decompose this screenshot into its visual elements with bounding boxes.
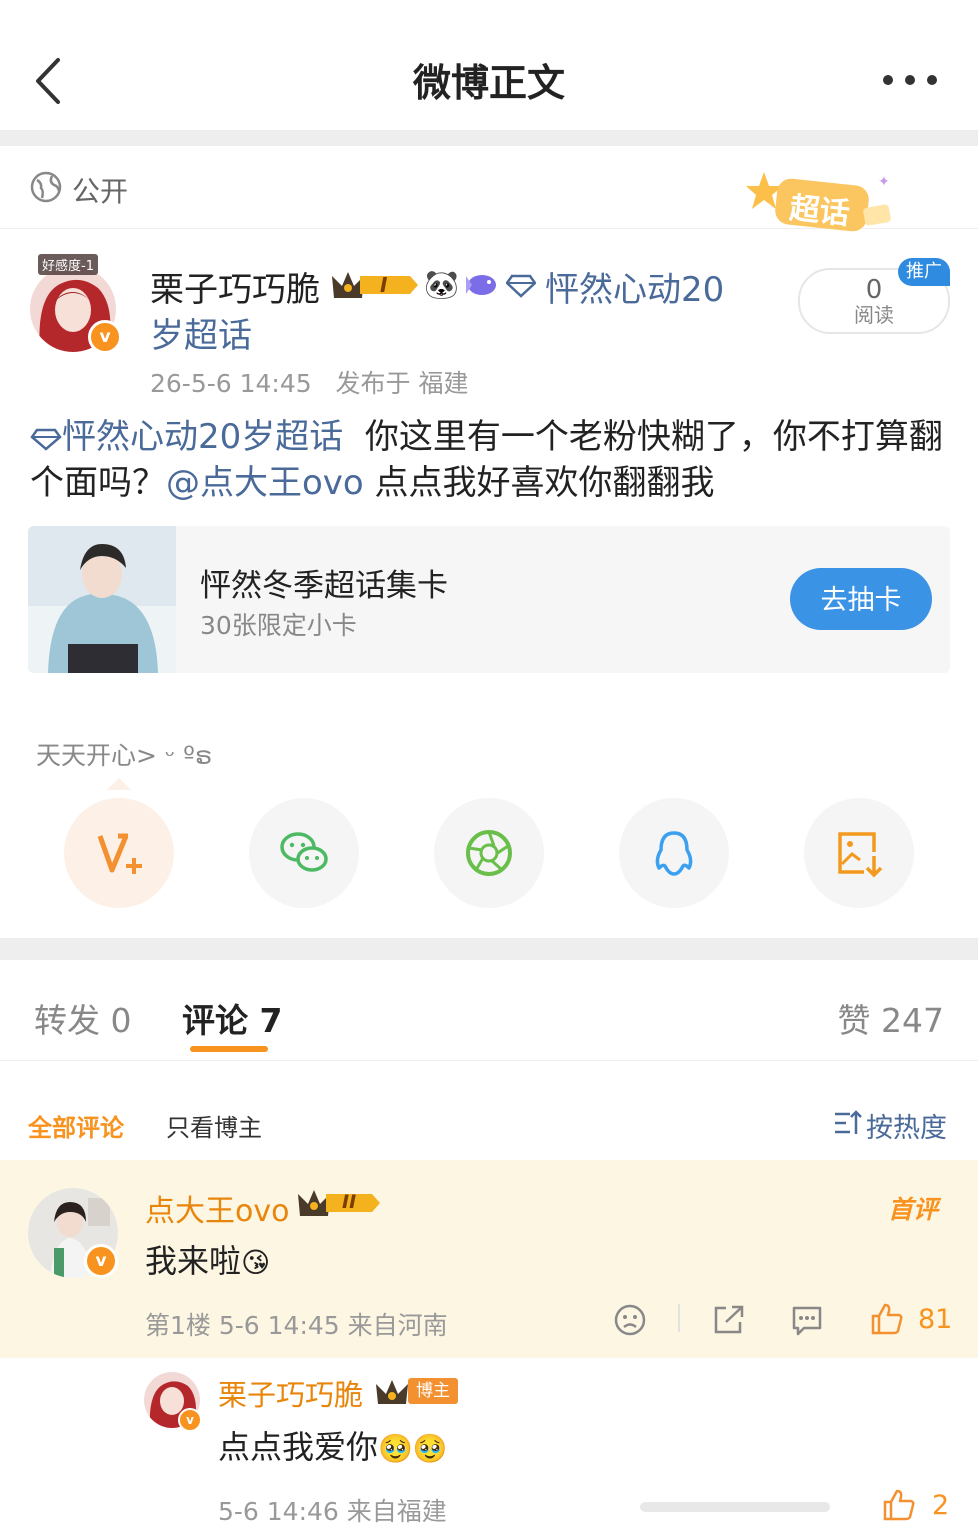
reply-text-content: 点点我爱你 xyxy=(218,1428,379,1466)
tab-likes-count: 247 xyxy=(881,1001,944,1040)
section-divider xyxy=(0,130,978,146)
wechat-share-button[interactable] xyxy=(249,798,359,908)
reply-text: 点点我爱你🥹🥹 xyxy=(218,1422,448,1468)
svg-text:✦: ✦ xyxy=(878,174,890,190)
commenter-level-text: II xyxy=(342,1191,357,1213)
comment-meta: 第1楼 5-6 14:45 来自河南 xyxy=(145,1306,448,1342)
v-plus-share-button[interactable] xyxy=(64,798,174,908)
globe-icon xyxy=(30,171,62,203)
post-topic-link[interactable]: 怦然心动20岁超话 xyxy=(62,417,343,457)
chaohua-label: 超话 xyxy=(787,190,852,233)
reply-time: 5-6 14:46 xyxy=(218,1497,339,1526)
reply-meta: 5-6 14:46 来自福建 xyxy=(218,1492,447,1528)
share-comment-icon[interactable] xyxy=(712,1304,746,1340)
action-divider xyxy=(678,1304,680,1332)
dislike-face-icon[interactable] xyxy=(614,1304,646,1340)
tab-repost-label: 转发 xyxy=(34,1001,100,1040)
moments-icon xyxy=(466,830,512,876)
post-time: 26-5-6 14:45 xyxy=(150,369,312,398)
sort-icon xyxy=(834,1110,862,1140)
tab-comments-count: 7 xyxy=(259,1001,283,1040)
home-indicator[interactable] xyxy=(640,1502,830,1512)
commenter-name[interactable]: 点大王ovo xyxy=(145,1186,289,1230)
promo-badge[interactable]: 推广 xyxy=(898,258,950,286)
fish-icon xyxy=(464,268,500,306)
comment-text-content: 我来啦 xyxy=(145,1242,242,1280)
author-topic-link-cont[interactable]: 岁超话 xyxy=(150,308,252,357)
tab-likes-label: 赞 xyxy=(837,1001,871,1040)
author-badge: 博主 xyxy=(408,1378,458,1404)
comment-time: 5-6 14:45 xyxy=(218,1311,340,1340)
qq-icon xyxy=(655,831,693,876)
visibility-label: 公开 xyxy=(72,175,129,208)
page-title: 微博正文 xyxy=(412,61,565,105)
crown-level-icon: I xyxy=(330,268,420,306)
post-text-2: 点点我好喜欢你翻翻我 xyxy=(374,463,715,503)
section-divider xyxy=(0,938,978,960)
like-thumb-icon[interactable] xyxy=(870,1302,904,1340)
more-options-icon[interactable] xyxy=(880,68,940,92)
author-level-text: I xyxy=(380,273,388,297)
like-thumb-icon[interactable] xyxy=(882,1488,916,1526)
panda-icon: 🐼 xyxy=(424,268,459,301)
comment-like-count: 81 xyxy=(918,1304,953,1335)
save-image-share-button[interactable] xyxy=(804,798,914,908)
tab-repost[interactable]: 转发 0 xyxy=(34,994,132,1042)
kiss-emoji-icon: 😘 xyxy=(241,1246,271,1279)
mood-pointer xyxy=(107,778,131,790)
post-body: 怦然心动20岁超话 你这里有一个老粉快糊了，你不打算翻个面吗？@点大王ovo 点… xyxy=(30,414,950,506)
v-plus-icon xyxy=(97,833,142,874)
replier-name[interactable]: 栗子巧巧脆 xyxy=(218,1372,363,1414)
moments-share-button[interactable] xyxy=(434,798,544,908)
tab-repost-count: 0 xyxy=(110,1001,132,1040)
topic-diamond-icon xyxy=(505,274,537,302)
tab-comments[interactable]: 评论 7 xyxy=(182,994,282,1042)
filter-author-only[interactable]: 只看博主 xyxy=(166,1108,262,1143)
reply-location: 来自福建 xyxy=(346,1497,447,1526)
qq-share-button[interactable] xyxy=(619,798,729,908)
read-label: 阅读 xyxy=(854,303,894,327)
tabs-divider xyxy=(0,1060,978,1061)
post-location: 发布于 福建 xyxy=(335,369,469,398)
active-tab-indicator xyxy=(190,1046,268,1052)
verified-badge-icon: v xyxy=(88,320,122,354)
post-mention-link[interactable]: @点大王ovo xyxy=(166,463,364,503)
reply-comment-icon[interactable] xyxy=(790,1304,824,1340)
card-subtitle: 30张限定小卡 xyxy=(200,611,357,640)
pleading-emoji-icon: 🥹🥹 xyxy=(378,1432,448,1465)
card-title: 怦然冬季超话集卡 xyxy=(200,568,448,604)
crown-icon xyxy=(374,1376,412,1412)
comment-floor: 第1楼 xyxy=(145,1311,211,1340)
crown-level-icon: II xyxy=(296,1186,382,1224)
mood-text: 天天开心> ᵕ ºຣ xyxy=(36,741,213,770)
wechat-icon xyxy=(280,832,328,872)
sort-by-hot[interactable]: 按热度 xyxy=(866,1106,947,1145)
verified-badge-icon: v xyxy=(84,1244,118,1278)
save-image-icon xyxy=(838,832,883,878)
tab-likes[interactable]: 赞 247 xyxy=(838,994,945,1042)
verified-badge-icon: v xyxy=(178,1408,202,1432)
promo-card[interactable]: 怦然冬季超话集卡 30张限定小卡 去抽卡 xyxy=(28,526,950,673)
author-topic-link[interactable]: 怦然心动20 xyxy=(545,262,724,311)
avatar-caption: 好感度-1 xyxy=(38,254,98,275)
first-comment-tag: 首评 xyxy=(888,1195,939,1224)
comment-location: 来自河南 xyxy=(347,1311,448,1340)
filter-all-comments[interactable]: 全部评论 xyxy=(28,1108,124,1143)
card-image xyxy=(28,526,176,673)
post-meta: 26-5-6 14:45 发布于 福建 xyxy=(150,364,468,400)
comment-text: 我来啦😘 xyxy=(145,1236,270,1282)
topic-diamond-icon xyxy=(30,428,62,451)
chaohua-badge[interactable]: ✦ 超话 xyxy=(746,168,896,238)
draw-card-button[interactable]: 去抽卡 xyxy=(790,568,932,630)
author-name[interactable]: 栗子巧巧脆 xyxy=(150,262,320,311)
tab-comments-label: 评论 xyxy=(182,1001,248,1040)
reply-like-count: 2 xyxy=(932,1490,950,1521)
